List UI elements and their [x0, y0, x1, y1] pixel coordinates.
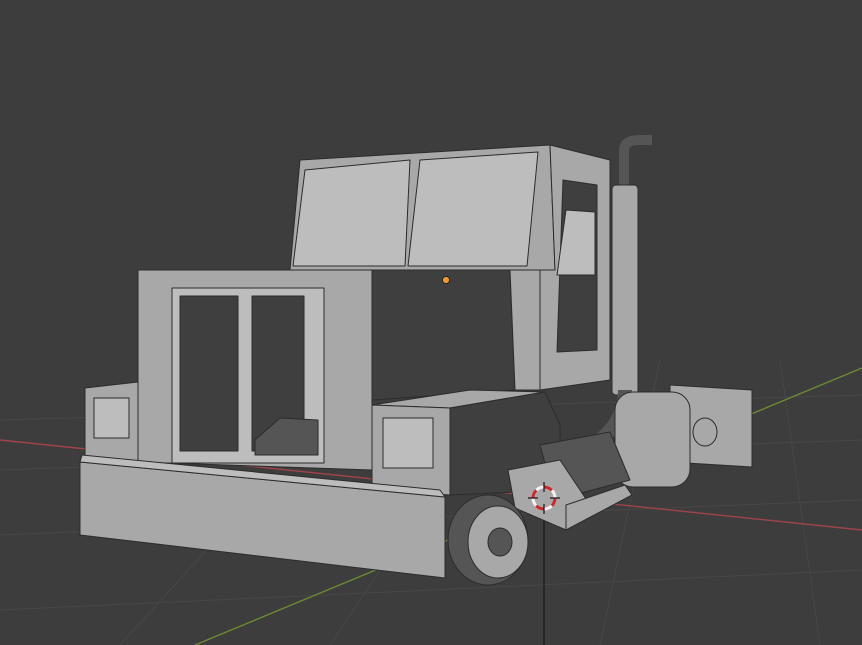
grille-opening-left: [179, 295, 239, 452]
fender-right-light: [382, 417, 434, 469]
origin-point: [442, 276, 450, 284]
3d-viewport[interactable]: [0, 0, 862, 645]
exhaust-muffler: [611, 184, 639, 396]
fender-left-light: [93, 397, 130, 439]
cab-windshield-right: [407, 151, 539, 267]
tank-cap: [692, 417, 718, 447]
viewport-canvas[interactable]: [0, 0, 862, 645]
hood-side: [371, 269, 516, 401]
cab-windshield-left: [292, 159, 411, 267]
wheel-center: [487, 527, 513, 557]
hood-side-right: [509, 269, 541, 391]
truck-model[interactable]: [79, 135, 753, 586]
